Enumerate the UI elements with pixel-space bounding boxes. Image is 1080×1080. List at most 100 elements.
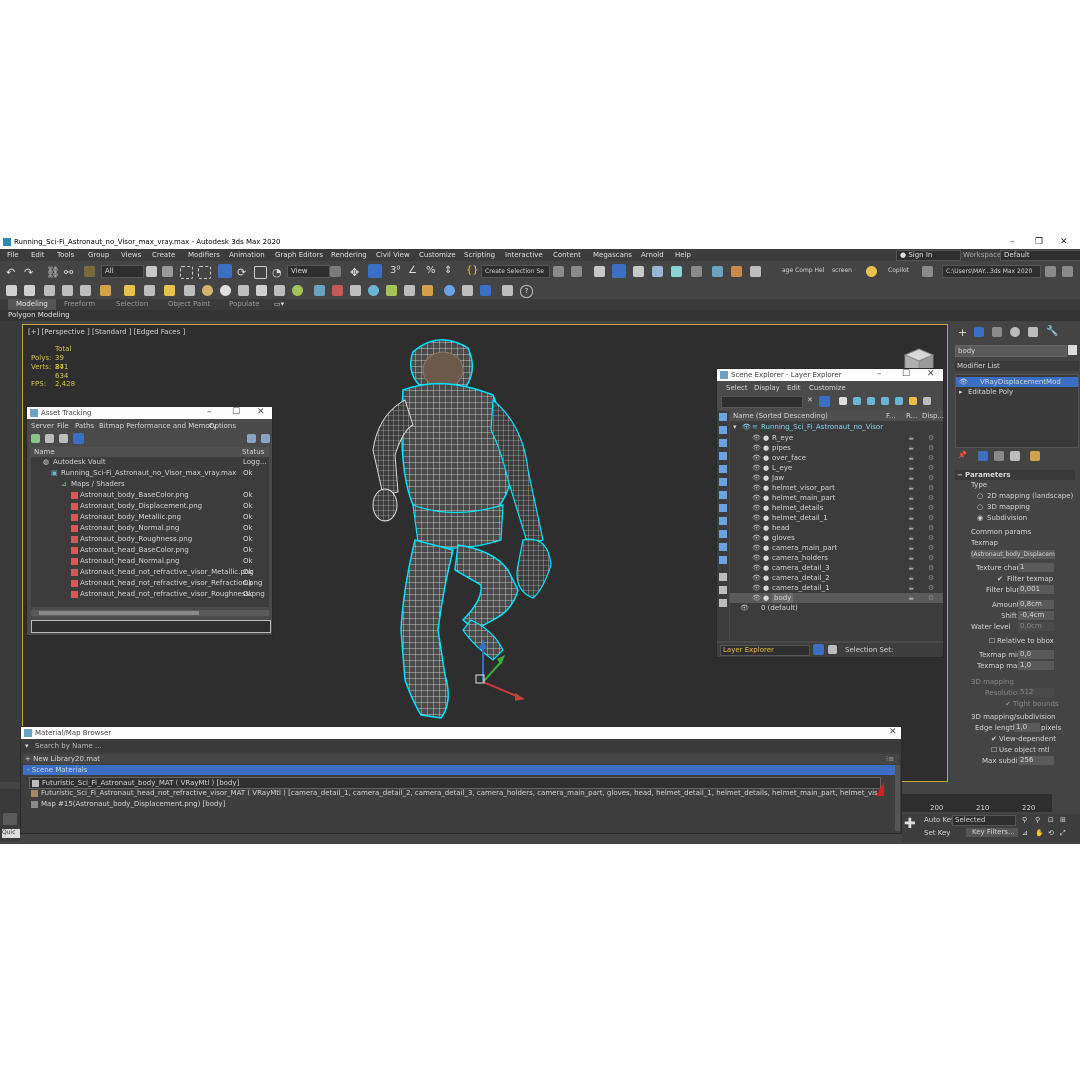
render-teapot-icon[interactable]: ☕ xyxy=(908,513,914,523)
vray-proxy-icon[interactable] xyxy=(274,285,285,296)
visibility-eye-icon[interactable]: 👁 xyxy=(752,513,761,523)
asset-vault-icon[interactable] xyxy=(31,434,40,443)
asset-row[interactable]: Astronaut_head_not_refractive_visor_Refr… xyxy=(31,578,269,588)
material-library-row[interactable]: + New Library20.mat ⁝≡ xyxy=(23,754,899,764)
filter-icon[interactable] xyxy=(819,396,830,407)
visibility-eye-icon[interactable]: 👁 xyxy=(752,573,761,583)
tree-icon[interactable] xyxy=(386,285,397,296)
project-options-icon[interactable] xyxy=(1062,266,1073,277)
lightbulb-icon[interactable] xyxy=(866,266,877,277)
group-filter-icon[interactable] xyxy=(719,491,727,499)
layer-explorer-toggle-icon[interactable] xyxy=(813,644,824,655)
scene-item[interactable]: 👁 ● camera_detail_3 ☕ ⚙ xyxy=(730,563,943,573)
scene-item[interactable]: 👁 ● head ☕ ⚙ xyxy=(730,523,943,533)
asset-menu-server[interactable]: Server xyxy=(31,422,54,430)
camera-filter-icon[interactable] xyxy=(923,397,931,405)
asset-row[interactable]: Astronaut_body_BaseColor.png Ok xyxy=(31,490,269,500)
library-list-icon[interactable]: ⁝≡ xyxy=(886,754,894,764)
visibility-eye-icon[interactable]: 👁 xyxy=(752,523,761,533)
ribbon-options-icon[interactable]: ▭▾ xyxy=(274,300,284,308)
snap-vertex-icon[interactable] xyxy=(314,285,325,296)
vray-light-icon[interactable] xyxy=(164,285,175,296)
modify-tab-icon[interactable] xyxy=(974,327,984,337)
tight-bounds-checkbox[interactable]: ✔ xyxy=(1005,700,1011,708)
scene-tree-root[interactable]: ▾ 👁 ≋ Running_Sci_Fi_Astronaut_no_Visor xyxy=(730,422,943,432)
scene-maximize-icon[interactable]: ☐ xyxy=(902,369,910,379)
hidden-filter-icon[interactable] xyxy=(719,556,727,564)
explorer-type-dropdown[interactable]: Layer Explorer xyxy=(720,645,810,656)
menu-rendering[interactable]: Rendering xyxy=(331,251,367,259)
visibility-eye-icon[interactable]: 👁 xyxy=(752,503,761,513)
modifier-stack-item[interactable]: ▸ Editable Poly xyxy=(956,387,1078,397)
radio-subdivision[interactable]: ◉ xyxy=(977,514,983,522)
visibility-eye-icon[interactable]: 👁 xyxy=(740,603,749,613)
snap-edge-icon[interactable] xyxy=(332,285,343,296)
auto-key-button[interactable]: Auto Key xyxy=(924,816,955,824)
visibility-eye-icon[interactable]: 👁 xyxy=(742,422,751,432)
shift-spinner[interactable]: -0,4cm xyxy=(1018,611,1054,620)
asset-minimize-icon[interactable]: – xyxy=(207,407,212,417)
help-icon[interactable]: ? xyxy=(520,285,533,298)
hierarchy-tab-icon[interactable] xyxy=(992,327,1002,337)
scene-menu-customize[interactable]: Customize xyxy=(809,384,846,392)
scene-item[interactable]: 👁 ● camera_detail_2 ☕ ⚙ xyxy=(730,573,943,583)
show-end-result-icon[interactable] xyxy=(978,451,988,461)
menu-animation[interactable]: Animation xyxy=(229,251,265,259)
render-teapot-icon[interactable]: ☕ xyxy=(908,463,914,473)
asset-menu-paths[interactable]: Paths xyxy=(75,422,94,430)
menu-views[interactable]: Views xyxy=(121,251,141,259)
visibility-eye-icon[interactable]: 👁 xyxy=(752,473,761,483)
gradient-icon[interactable] xyxy=(462,285,473,296)
layer-sort-icon[interactable] xyxy=(895,397,903,405)
edit-named-selection-icon[interactable]: {} xyxy=(466,265,479,276)
render-teapot-icon[interactable]: ☕ xyxy=(908,553,914,563)
menu-help[interactable]: Help xyxy=(675,251,691,259)
display-none-icon[interactable] xyxy=(719,586,727,594)
display-settings-icon[interactable]: ⚙ xyxy=(928,543,934,553)
scene-col-freeze[interactable]: F... xyxy=(886,411,896,421)
asset-row[interactable]: ⊿ Maps / Shaders xyxy=(31,479,269,489)
menu-group[interactable]: Group xyxy=(88,251,109,259)
scale-icon[interactable] xyxy=(254,266,267,279)
parameters-header[interactable]: − Parameters xyxy=(955,470,1075,480)
material-item[interactable]: Map #15(Astronaut_body_Displacement.png)… xyxy=(29,799,879,809)
vray-dome-icon[interactable] xyxy=(202,285,213,296)
visibility-eye-icon[interactable]: 👁 xyxy=(959,377,968,387)
invert-display-icon[interactable] xyxy=(719,599,727,607)
menu-interactive[interactable]: Interactive xyxy=(505,251,543,259)
scene-item[interactable]: 👁 ● gloves ☕ ⚙ xyxy=(730,533,943,543)
relative-bbox-checkbox[interactable]: ☐ xyxy=(989,637,995,645)
render-setup-icon[interactable] xyxy=(712,266,723,277)
display-settings-icon[interactable]: ⚙ xyxy=(928,573,934,583)
material-search-input[interactable]: Search by Name ... xyxy=(35,742,102,750)
texmap-min-spinner[interactable]: 0,0 xyxy=(1018,650,1054,659)
menu-file[interactable]: File xyxy=(7,251,19,259)
align-icon[interactable] xyxy=(571,266,582,277)
scene-col-render[interactable]: R... xyxy=(906,411,917,421)
vray-icon[interactable] xyxy=(124,285,135,296)
visibility-eye-icon[interactable]: 👁 xyxy=(752,483,761,493)
layer-manager-icon[interactable] xyxy=(62,285,73,296)
frozen-filter-icon[interactable] xyxy=(719,543,727,551)
vray-sphere-icon[interactable] xyxy=(220,285,231,296)
visibility-eye-icon[interactable]: 👁 xyxy=(752,533,761,543)
vray-sun-icon[interactable] xyxy=(238,285,249,296)
viewport-label[interactable]: [+] [Perspective ] [Standard ] [Edged Fa… xyxy=(28,328,185,336)
select-by-name-icon[interactable] xyxy=(162,266,173,277)
sun-icon[interactable] xyxy=(422,285,433,296)
rect-selection-icon[interactable] xyxy=(180,266,193,279)
render-teapot-icon[interactable]: ☕ xyxy=(908,493,914,503)
set-project-icon[interactable] xyxy=(1045,266,1056,277)
asset-horizontal-scrollbar[interactable] xyxy=(31,610,269,616)
angle-snap-icon[interactable]: ∠ xyxy=(408,265,419,276)
scene-menu-display[interactable]: Display xyxy=(754,384,780,392)
edge-length-spinner[interactable]: 1,0 xyxy=(1014,723,1040,732)
scene-col-display[interactable]: Disp... xyxy=(922,411,944,421)
scene-states-icon[interactable] xyxy=(80,285,91,296)
display-settings-icon[interactable]: ⚙ xyxy=(928,503,934,513)
scene-layer-default[interactable]: 👁 0 (default) xyxy=(730,603,943,613)
display-settings-icon[interactable]: ⚙ xyxy=(928,523,934,533)
redo-icon[interactable]: ↷ xyxy=(24,266,35,279)
screen-label[interactable]: screen xyxy=(832,267,852,274)
placement-icon[interactable]: ◔ xyxy=(272,266,283,279)
